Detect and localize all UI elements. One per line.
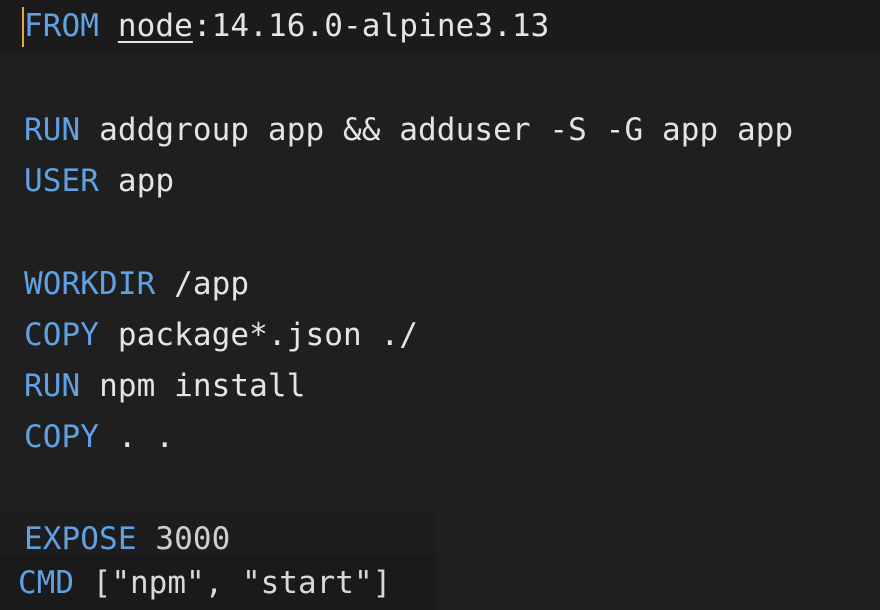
image-tag: :14.16.0-alpine3.13	[192, 7, 550, 44]
text-caret	[22, 7, 24, 47]
code-line-7[interactable]: COPY package*.json ./	[0, 309, 880, 360]
dockerfile-keyword: USER	[24, 162, 100, 199]
code-line-3[interactable]: RUN addgroup app && adduser -S -G app ap…	[0, 104, 880, 155]
dockerfile-keyword: FROM	[24, 7, 100, 44]
instruction-args: addgroup app && adduser -S -G app app	[99, 111, 794, 148]
instruction-args: 3000	[155, 520, 231, 557]
code-line-9[interactable]: COPY . .	[0, 411, 880, 462]
dockerfile-keyword: WORKDIR	[24, 265, 156, 302]
code-line-12[interactable]: CMD ["npm", "start"]	[0, 555, 436, 610]
instruction-args: /app	[174, 265, 250, 302]
dockerfile-keyword: COPY	[24, 316, 100, 353]
dockerfile-keyword: RUN	[24, 111, 81, 148]
code-line-4[interactable]: USER app	[0, 155, 880, 206]
code-line-6[interactable]: WORKDIR /app	[0, 258, 880, 309]
code-line-1[interactable]: FROM node:14.16.0-alpine3.13	[0, 0, 880, 51]
dockerfile-keyword: EXPOSE	[24, 520, 137, 557]
dockerfile-keyword: CMD	[18, 564, 74, 601]
image-name-link[interactable]: node	[118, 8, 193, 44]
code-editor[interactable]: FROM node:14.16.0-alpine3.13 RUN addgrou…	[0, 0, 880, 610]
instruction-args: npm install	[99, 367, 306, 404]
instruction-args: app	[117, 162, 175, 199]
instruction-args: ["npm", "start"]	[92, 564, 392, 601]
instruction-args: package*.json ./	[117, 316, 419, 353]
code-line-8[interactable]: RUN npm install	[0, 360, 880, 411]
dockerfile-keyword: RUN	[24, 367, 81, 404]
instruction-args: . .	[117, 418, 175, 455]
dockerfile-keyword: COPY	[24, 418, 100, 455]
